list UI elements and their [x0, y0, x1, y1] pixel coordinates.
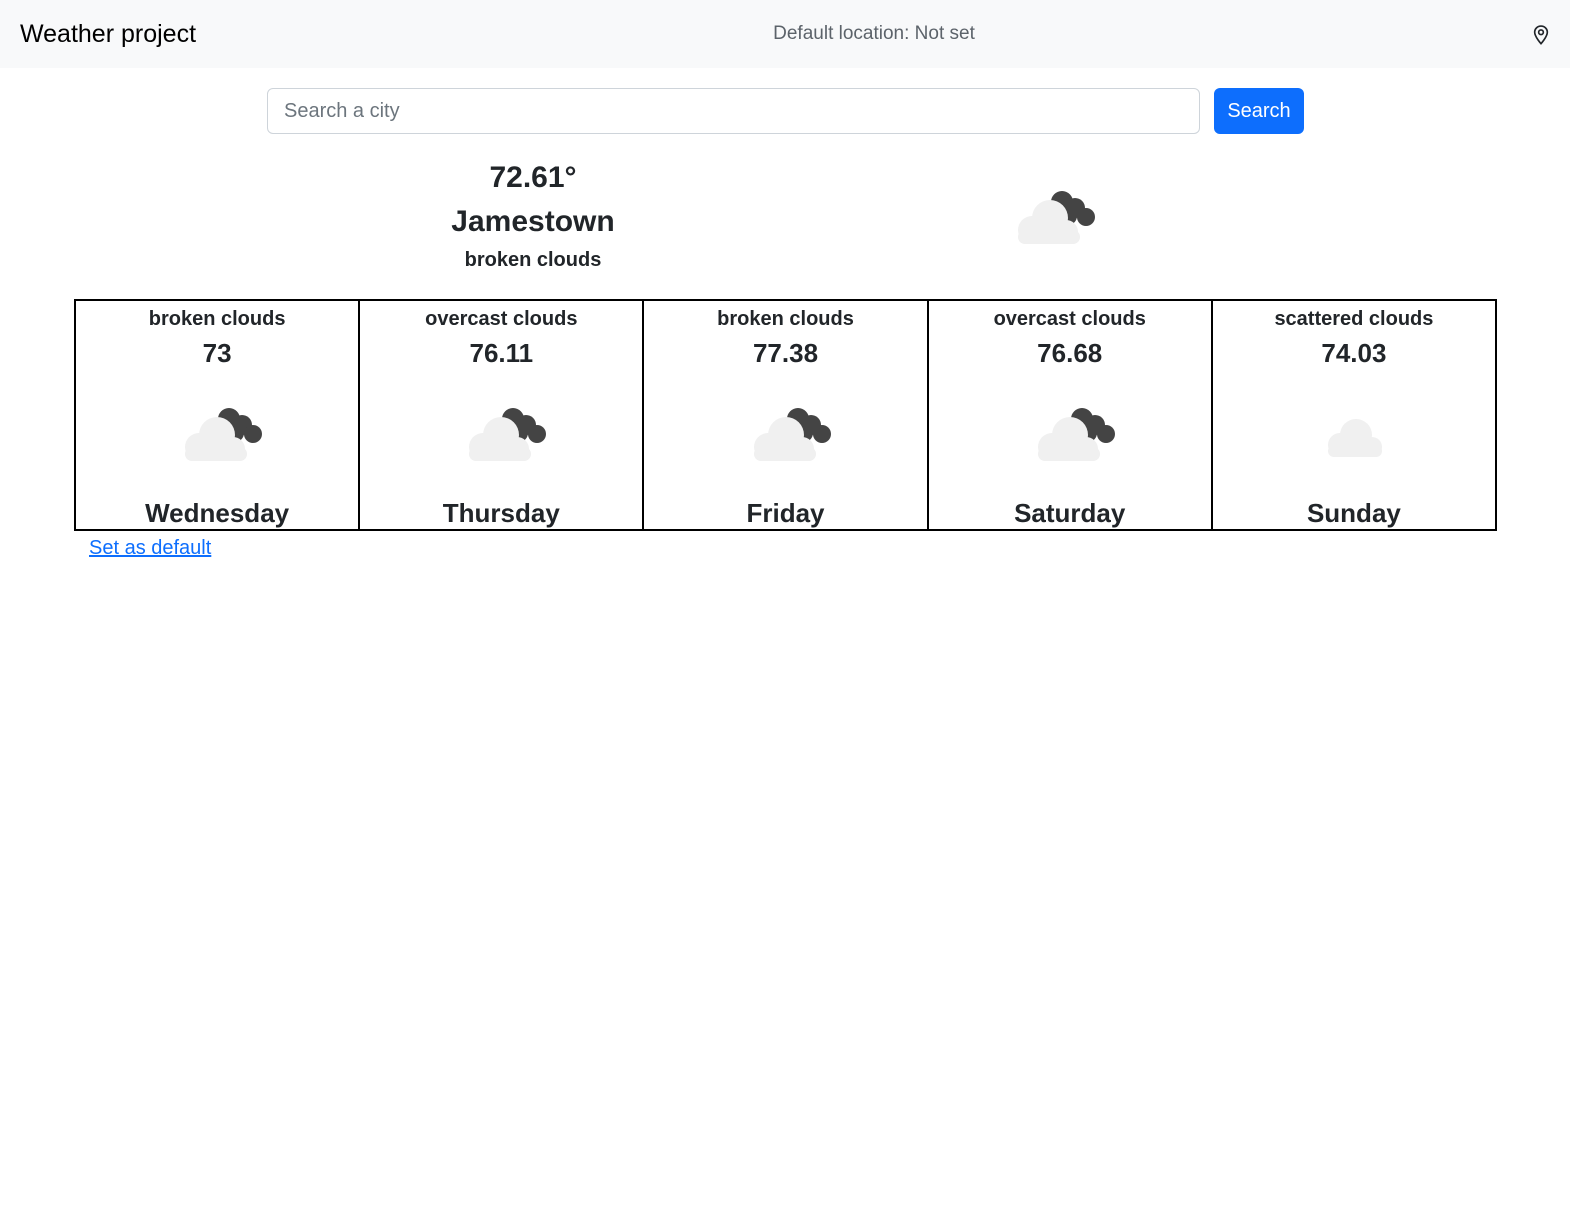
city-search-input[interactable]: [267, 88, 1200, 134]
forecast-description: scattered clouds: [1274, 308, 1434, 330]
current-description: broken clouds: [464, 249, 602, 271]
forecast-day-name: Wednesday: [145, 498, 290, 528]
navbar: Weather project Default location: Not se…: [0, 0, 1570, 68]
forecast-temperature: 76.68: [1037, 338, 1103, 368]
forecast-grid: broken clouds 73 Wednesday overcast clou…: [74, 299, 1498, 531]
forecast-description: broken clouds: [148, 308, 286, 330]
forecast-description: broken clouds: [717, 308, 854, 330]
forecast-card: broken clouds 77.38 Friday: [642, 299, 929, 531]
current-temperature: 72.61°: [489, 161, 577, 194]
default-location-text: Default location: Not set: [773, 23, 975, 44]
forecast-day-name: Thursday: [442, 498, 560, 528]
forecast-description: overcast clouds: [993, 308, 1146, 330]
forecast-temperature: 74.03: [1321, 338, 1387, 368]
forecast-day-name: Sunday: [1306, 498, 1401, 528]
map-pin-icon[interactable]: [1530, 24, 1552, 46]
current-city-name: Jamestown: [451, 205, 615, 238]
forecast-temperature: 73: [202, 338, 232, 368]
broken-clouds-icon: [469, 408, 547, 461]
forecast-card: scattered clouds 74.03 Sunday: [1210, 299, 1498, 531]
search-button[interactable]: Search: [1214, 88, 1304, 134]
forecast-card: overcast clouds 76.68 Saturday: [926, 299, 1213, 531]
broken-clouds-icon: [753, 408, 831, 461]
forecast-temperature: 76.11: [469, 338, 534, 368]
forecast-card: broken clouds 73 Wednesday: [74, 299, 361, 531]
forecast-day-name: Friday: [746, 498, 825, 528]
forecast-day-name: Saturday: [1014, 498, 1126, 528]
broken-clouds-icon: [1018, 191, 1095, 244]
broken-clouds-icon: [1037, 408, 1115, 461]
forecast-description: overcast clouds: [425, 308, 578, 330]
scattered-clouds-icon: [1327, 419, 1382, 457]
broken-clouds-icon: [185, 408, 263, 461]
forecast-card: overcast clouds 76.11 Thursday: [358, 299, 645, 531]
set-as-default-link[interactable]: Set as default: [89, 535, 211, 561]
current-weather: 72.61° Jamestown broken clouds: [383, 158, 683, 274]
forecast-temperature: 77.38: [752, 338, 819, 368]
